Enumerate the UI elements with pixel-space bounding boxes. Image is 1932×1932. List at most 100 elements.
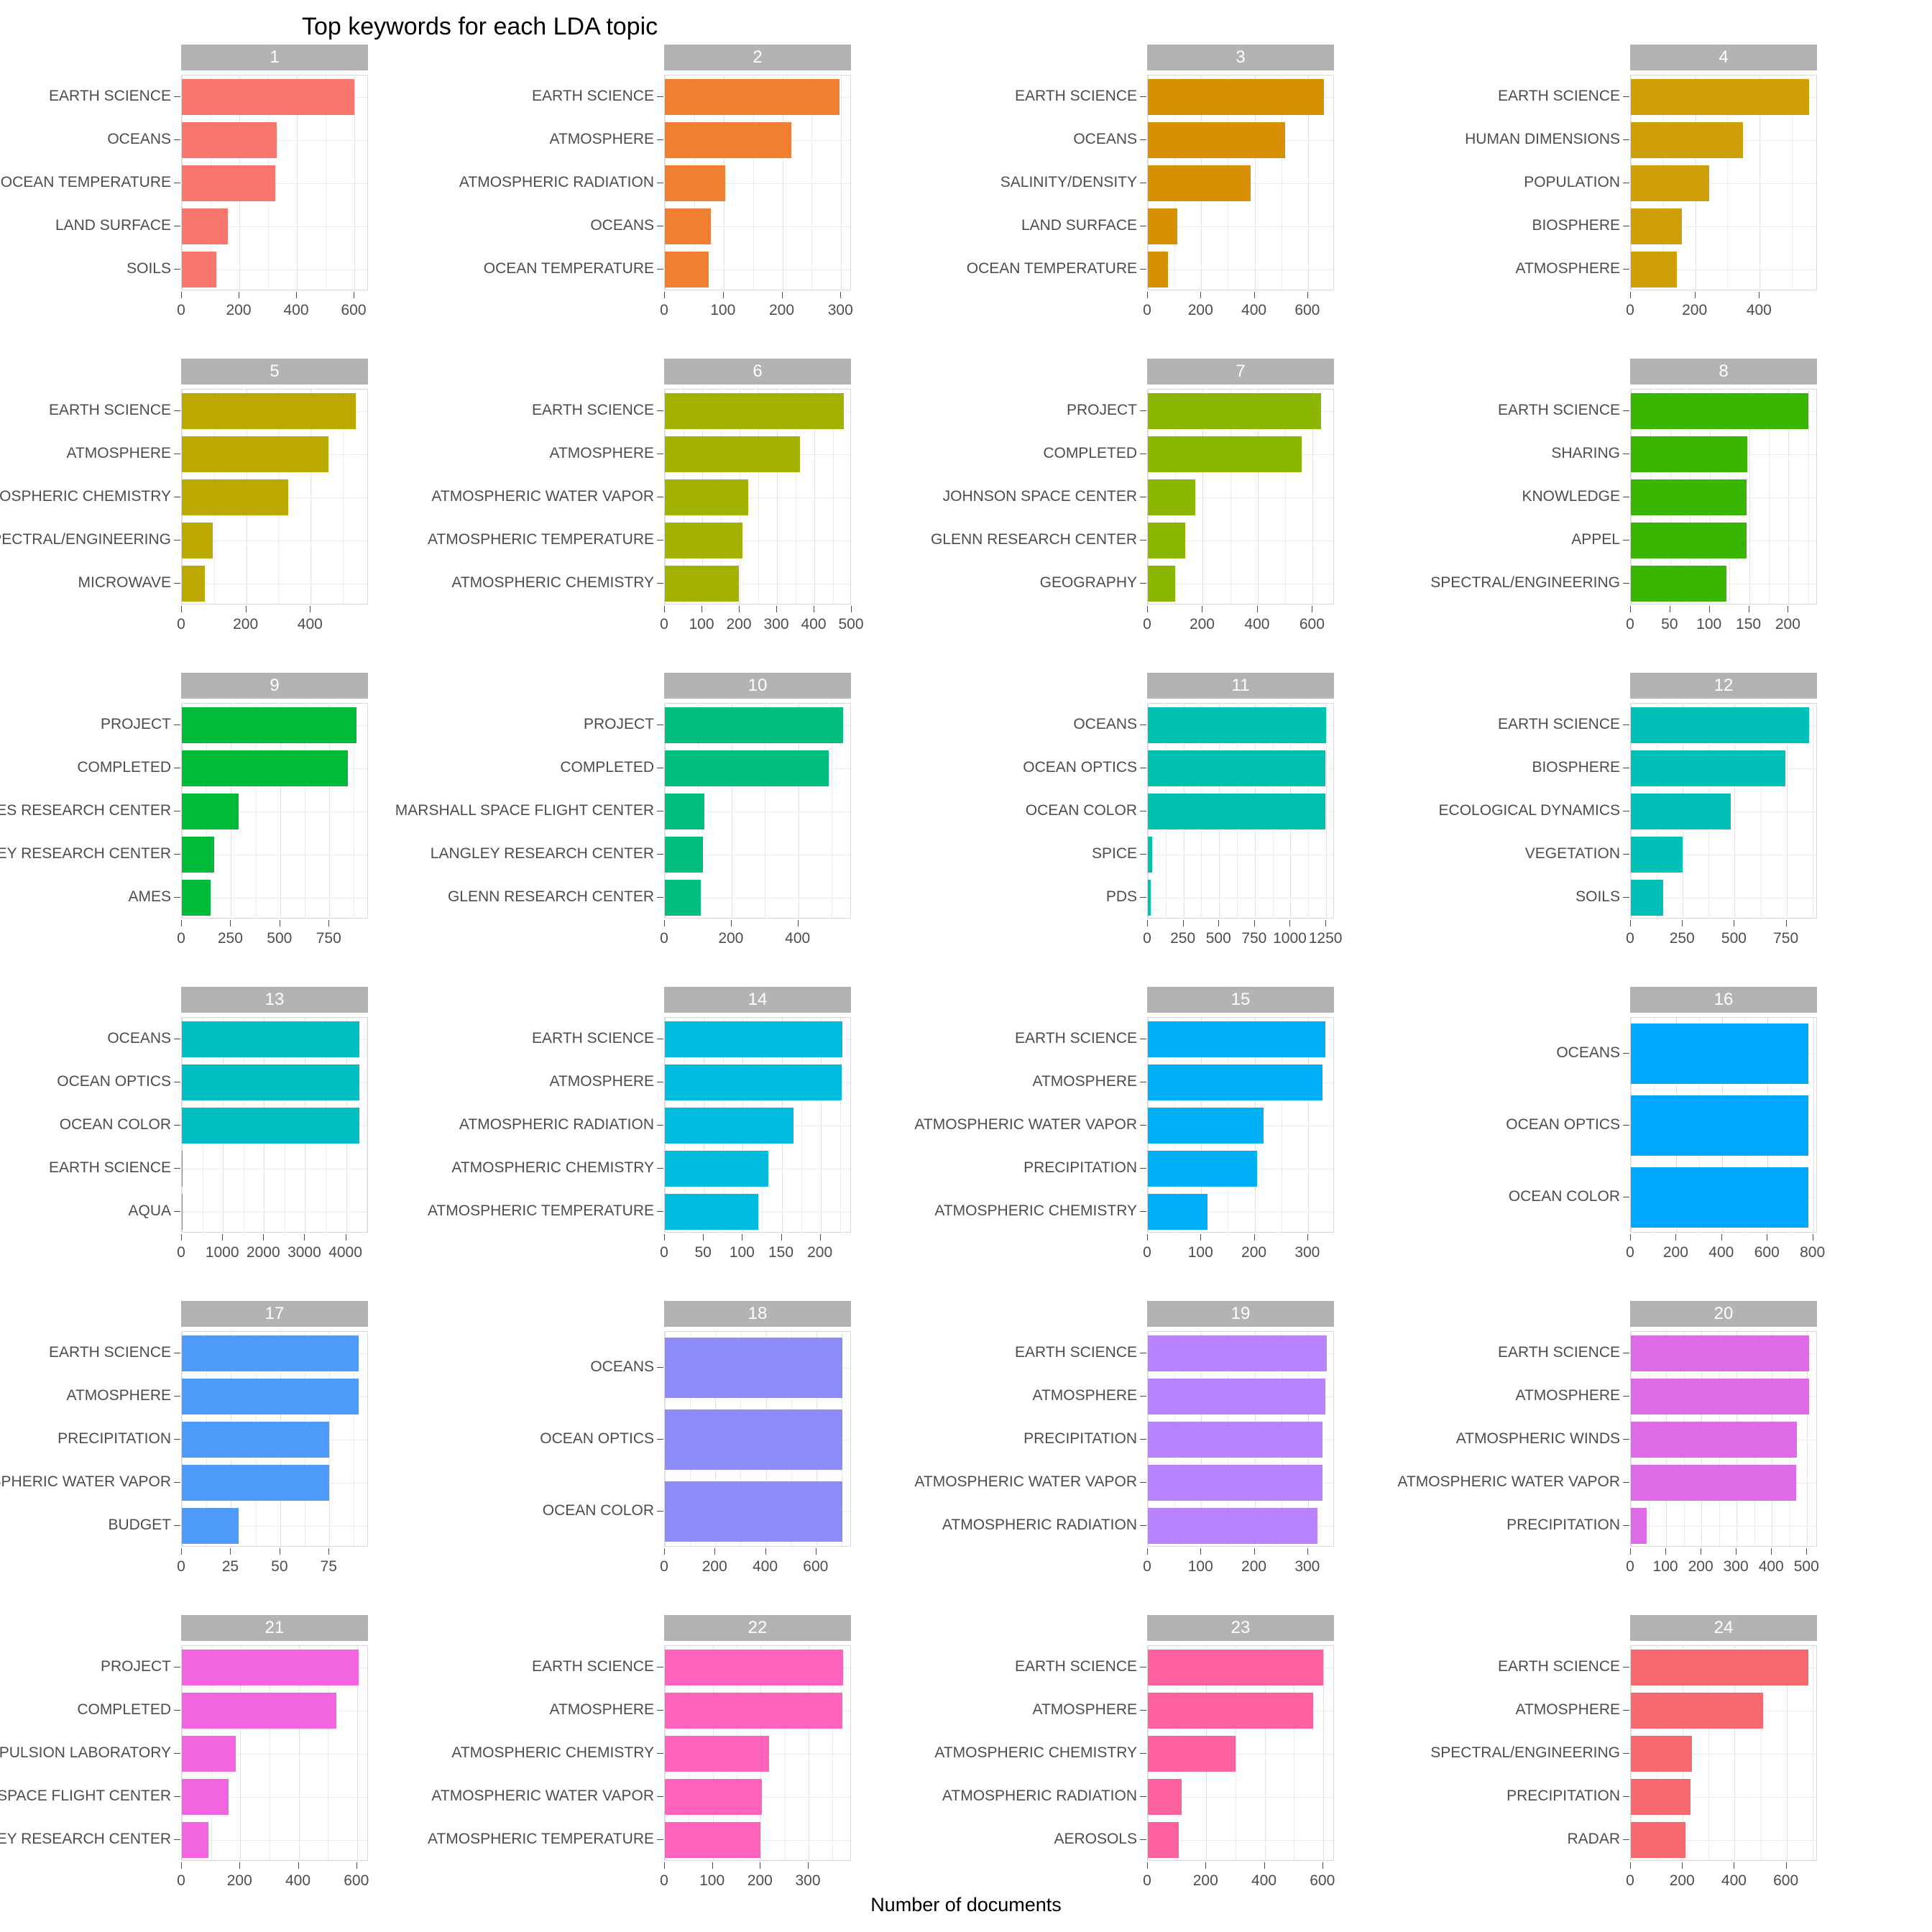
bar — [665, 436, 801, 473]
facet-panel: 9 PROJECT COMPLETED AMES RESEARCH CENTER LAN… — [0, 670, 483, 984]
bar — [1148, 1064, 1322, 1101]
bar — [1631, 1095, 1809, 1156]
bar — [1631, 1821, 1685, 1859]
x-axis-tick-label: 0 — [177, 930, 185, 947]
y-axis-tick-label: ATMOSPHERE — [1515, 260, 1620, 277]
x-axis-tick-label: 0 — [1143, 302, 1151, 318]
y-axis-tick-label: VEGETATION — [1524, 845, 1620, 862]
x-axis-tick-label: 150 — [1736, 616, 1762, 632]
bar — [182, 1649, 359, 1686]
x-axis-tick-label: 200 — [1662, 1244, 1688, 1261]
bar — [182, 1107, 359, 1144]
bar — [665, 1778, 763, 1816]
x-axis-tick — [781, 292, 783, 298]
y-axis-tick — [174, 724, 180, 725]
bar — [665, 707, 844, 744]
y-axis-tick-label: ATMOSPHERIC CHEMISTRY — [451, 1744, 654, 1761]
x-axis-tick — [1182, 920, 1184, 926]
y-axis-tick-label: ATMOSPHERIC RADIATION — [942, 1517, 1137, 1533]
y-axis-tick — [657, 410, 663, 411]
facet-strip-label: 3 — [1147, 45, 1334, 70]
y-axis-tick-label: EARTH SCIENCE — [49, 88, 171, 104]
y-axis-tick — [1623, 1396, 1629, 1397]
plot-area — [181, 1645, 368, 1861]
y-axis-tick-label: EARTH SCIENCE — [1498, 402, 1620, 418]
bar — [1631, 836, 1683, 873]
x-axis-title: Number of documents — [870, 1894, 1062, 1915]
x-axis-tick-label: 600 — [1754, 1244, 1780, 1261]
x-axis-tick — [781, 1234, 782, 1241]
x-axis-tick — [1694, 292, 1696, 298]
y-axis-tick-label: RADAR — [1567, 1831, 1620, 1847]
x-axis-tick-label: 400 — [297, 616, 323, 632]
x-axis-tick — [1325, 920, 1327, 926]
bar — [1148, 78, 1325, 116]
bar — [665, 565, 739, 602]
y-axis-tick — [174, 1125, 180, 1126]
bar — [1148, 121, 1286, 159]
x-axis-tick-label: 200 — [1682, 302, 1708, 318]
y-axis-tick — [1140, 1396, 1146, 1397]
y-axis-tick — [1623, 1839, 1629, 1840]
x-axis-tick — [1630, 606, 1631, 612]
plot-area — [1147, 1017, 1334, 1233]
y-axis-tick-label: PRECIPITATION — [58, 1430, 171, 1447]
bar — [665, 1821, 761, 1859]
plot-area — [664, 703, 851, 919]
x-axis-tick — [712, 1862, 713, 1869]
bar — [1148, 392, 1322, 430]
y-axis-tick — [1140, 410, 1146, 411]
y-axis-tick — [174, 854, 180, 855]
y-axis-tick — [1140, 854, 1146, 855]
y-axis-tick — [657, 96, 663, 97]
y-axis-tick — [657, 1125, 663, 1126]
y-axis-tick-label: EARTH SCIENCE — [532, 1658, 654, 1675]
bar — [1631, 879, 1663, 916]
facet-strip-label: 4 — [1630, 45, 1817, 70]
gridline-major — [1322, 1646, 1324, 1860]
x-axis-tick-label: 200 — [807, 1244, 833, 1261]
y-axis-tick — [1623, 1053, 1629, 1054]
bar — [665, 1107, 794, 1144]
x-axis-tick-label: 200 — [747, 1872, 773, 1889]
facet-strip-label: 19 — [1147, 1301, 1334, 1327]
x-axis-tick-label: 75 — [320, 1558, 337, 1575]
facet-strip-label: 5 — [181, 359, 368, 385]
y-axis-tick-label: GEOGRAPHY — [1039, 574, 1137, 591]
bar — [665, 522, 743, 559]
x-axis-tick — [1307, 1234, 1308, 1241]
bar — [1631, 78, 1809, 116]
x-axis-tick — [304, 1234, 305, 1241]
x-axis-tick — [1147, 920, 1148, 926]
y-axis-tick — [1623, 1667, 1629, 1668]
facet-strip-label: 23 — [1147, 1615, 1334, 1641]
y-axis-tick-label: EARTH SCIENCE — [532, 1030, 654, 1046]
facet-strip-label: 12 — [1630, 673, 1817, 699]
y-axis-tick-label: BUDGET — [108, 1517, 171, 1533]
y-axis-tick — [657, 1667, 663, 1668]
bar — [182, 793, 239, 830]
bar — [1148, 522, 1185, 559]
x-axis-tick-label: 400 — [1721, 1872, 1747, 1889]
y-axis-tick — [1140, 269, 1146, 270]
y-axis-tick-label: OCEAN OPTICS — [1506, 1116, 1620, 1133]
x-axis-tick — [1254, 1548, 1255, 1555]
gridline-major — [354, 75, 355, 290]
bar — [1631, 1421, 1797, 1458]
bar — [1631, 479, 1747, 516]
bar — [182, 121, 277, 159]
x-axis-tick — [328, 920, 330, 926]
y-axis-tick-label: ATMOSPHERIC CHEMISTRY — [0, 488, 171, 505]
y-axis-tick — [1140, 1839, 1146, 1840]
y-axis-tick — [657, 1511, 663, 1512]
y-axis-tick — [1623, 1753, 1629, 1754]
x-axis-tick-label: 0 — [1626, 1244, 1634, 1261]
y-axis-tick — [657, 724, 663, 725]
facet-strip-label: 14 — [664, 987, 851, 1013]
bar — [1631, 1649, 1809, 1686]
x-axis-tick-label: 0 — [660, 1558, 668, 1575]
x-axis-tick-label: 600 — [1310, 1872, 1335, 1889]
bar — [182, 165, 275, 202]
y-axis-tick-label: ATMOSPHERE — [66, 445, 171, 461]
facet-panel: 2 EARTH SCIENCE ATMOSPHERE ATMOSPHERIC RADI… — [459, 42, 966, 356]
